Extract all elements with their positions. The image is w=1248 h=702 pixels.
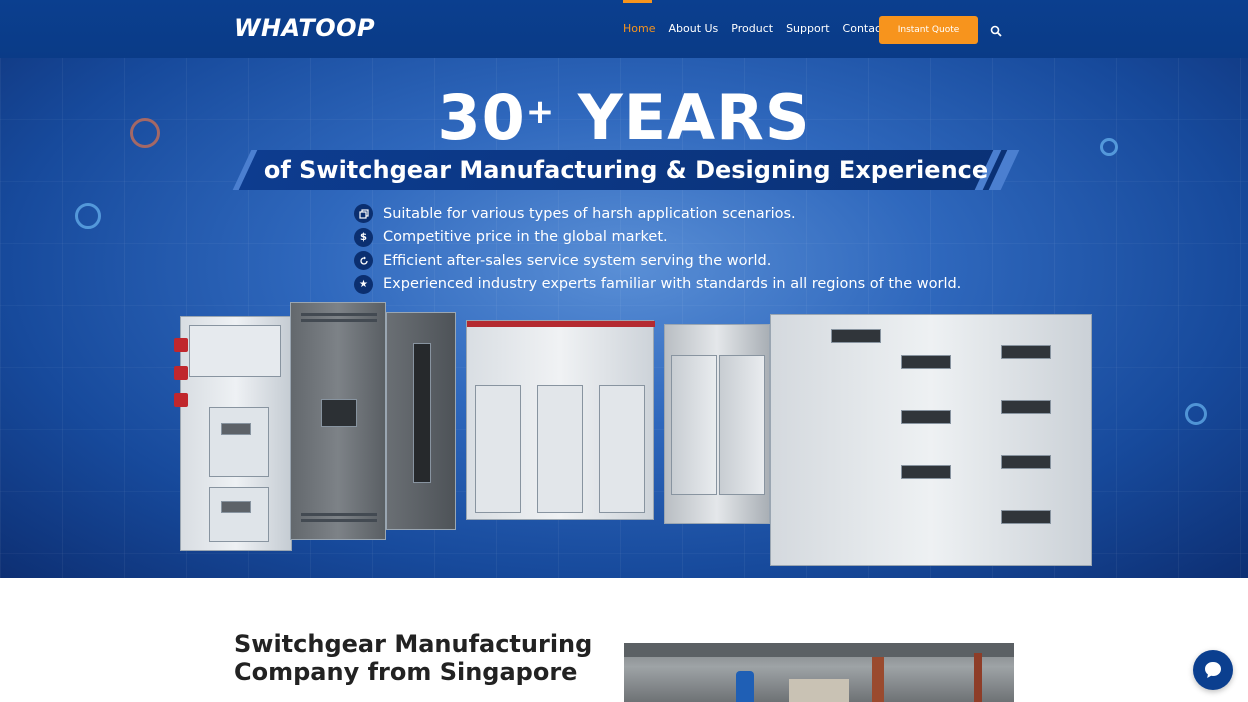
about-section-title: Switchgear Manufacturing Company from Si… <box>234 630 593 686</box>
logo-text: WHATOOP <box>234 14 376 42</box>
headline-word: YEARS <box>577 81 811 154</box>
switchgear-cabinet <box>290 302 386 540</box>
active-nav-indicator <box>623 0 652 3</box>
feature-item: Suitable for various types of harsh appl… <box>354 202 961 226</box>
chat-bubble-icon <box>1205 662 1221 678</box>
circuit-node <box>75 203 101 229</box>
star-icon: ★ <box>354 274 373 294</box>
feature-item: Efficient after-sales service system ser… <box>354 249 961 273</box>
brand-logo[interactable]: WHATOOP <box>234 14 404 42</box>
feature-text: Experienced industry experts familiar wi… <box>383 276 962 293</box>
feature-text: Suitable for various types of harsh appl… <box>383 205 796 222</box>
feature-text: Competitive price in the global market. <box>383 229 668 246</box>
switchgear-cabinet <box>664 324 770 524</box>
refresh-icon <box>354 251 373 271</box>
feature-list: Suitable for various types of harsh appl… <box>354 202 961 296</box>
feature-text: Efficient after-sales service system ser… <box>383 252 772 269</box>
headline-plus: + <box>525 92 556 132</box>
switchgear-cabinet <box>386 312 456 530</box>
main-nav: Home About Us Product Support Contact <box>623 22 885 35</box>
nav-support[interactable]: Support <box>786 22 829 35</box>
hero-subheadline: of Switchgear Manufacturing & Designing … <box>263 156 989 184</box>
nav-home[interactable]: Home <box>623 22 655 35</box>
red-lever <box>174 338 188 352</box>
circuit-node <box>1185 403 1207 425</box>
red-lever <box>174 393 188 407</box>
switchgear-cabinet <box>770 314 1092 566</box>
nav-about-us[interactable]: About Us <box>668 22 718 35</box>
red-lever <box>174 366 188 380</box>
chat-button[interactable] <box>1193 650 1233 690</box>
factory-photo <box>624 643 1014 702</box>
nav-product[interactable]: Product <box>731 22 773 35</box>
switchgear-cabinet <box>180 316 292 551</box>
feature-item: $ Competitive price in the global market… <box>354 226 961 250</box>
hero-headline: 30+ YEARS <box>0 82 1248 154</box>
hero-banner: 30+ YEARS of Switchgear Manufacturing & … <box>0 58 1248 578</box>
headline-number: 30 <box>437 81 526 154</box>
switchgear-cabinet <box>466 320 655 520</box>
instant-quote-button[interactable]: Instant Quote <box>879 16 978 44</box>
feature-item: ★ Experienced industry experts familiar … <box>354 273 961 297</box>
copy-icon <box>354 204 373 224</box>
search-icon[interactable] <box>990 25 1002 37</box>
top-navbar: WHATOOP Home About Us Product Support Co… <box>0 0 1248 58</box>
dollar-icon: $ <box>354 227 373 247</box>
